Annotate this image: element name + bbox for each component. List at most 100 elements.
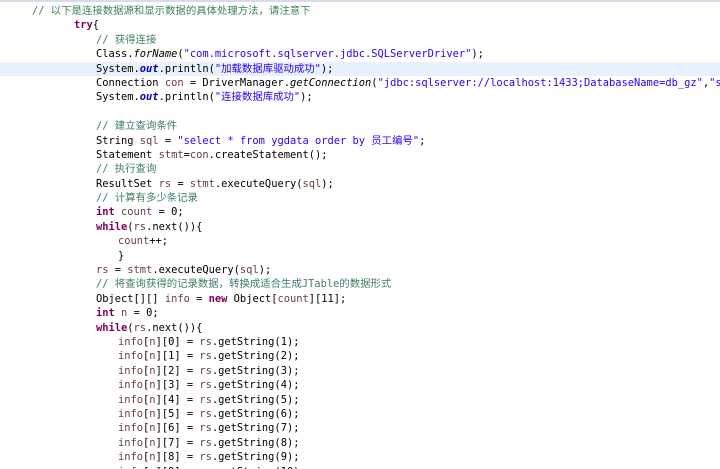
code-line[interactable]: info[n][8] = rs.getString(9); bbox=[0, 450, 720, 464]
code-line[interactable]: // 获得连接 bbox=[0, 33, 720, 47]
code-token: .next()){ bbox=[146, 220, 203, 233]
code-line[interactable]: info[n][0] = rs.getString(1); bbox=[0, 335, 720, 349]
code-line[interactable]: info[n][2] = rs.getString(3); bbox=[0, 364, 720, 378]
code-line[interactable]: while(rs.next()){ bbox=[0, 321, 720, 335]
code-line[interactable]: // 建立查询条件 bbox=[0, 119, 720, 133]
code-line[interactable]: try{ bbox=[0, 18, 720, 32]
code-line[interactable]: info[n][4] = rs.getString(5); bbox=[0, 393, 720, 407]
code-line[interactable]: info[n][9] = rs.getString(10); bbox=[0, 465, 720, 469]
code-line[interactable]: info[n][1] = rs.getString(2); bbox=[0, 349, 720, 363]
code-token: rs bbox=[133, 321, 147, 334]
code-token: ][5] = bbox=[155, 407, 200, 420]
code-line[interactable]: info[n][7] = rs.getString(8); bbox=[0, 436, 720, 450]
code-token: "连接数据库成功" bbox=[214, 91, 301, 104]
code-token: = bbox=[158, 134, 178, 147]
code-token: .getString(6); bbox=[211, 407, 300, 420]
code-line[interactable]: // 将查询获得的记录数据，转换成适合生成JTable的数据形式 bbox=[0, 277, 720, 291]
code-token: ][8] = bbox=[155, 451, 200, 464]
code-token: ); bbox=[258, 264, 272, 277]
code-token: info bbox=[118, 379, 144, 392]
code-token: ; bbox=[419, 134, 426, 147]
code-token: = 0; bbox=[152, 206, 184, 219]
code-token: Class. bbox=[96, 48, 134, 61]
code-line[interactable]: // 以下是连接数据源和显示数据的具体处理方法，请注意下 bbox=[0, 4, 720, 18]
code-token: while bbox=[96, 321, 128, 334]
code-token: ++; bbox=[149, 235, 169, 248]
code-token: ][2] = bbox=[155, 364, 200, 377]
code-token: rs bbox=[96, 264, 109, 277]
code-token: ); bbox=[320, 62, 334, 75]
code-token: .getString(8); bbox=[211, 436, 300, 449]
code-line[interactable]: // 执行查询 bbox=[0, 162, 720, 176]
code-line[interactable]: Connection con = DriverManager.getConnec… bbox=[0, 76, 720, 90]
code-token: forName bbox=[133, 48, 178, 61]
code-token: info bbox=[118, 422, 144, 435]
code-line[interactable]: ResultSet rs = stmt.executeQuery(sql); bbox=[0, 177, 720, 191]
code-token: .getString(10); bbox=[212, 466, 306, 469]
code-token: .getString(1); bbox=[211, 335, 300, 348]
code-token: ); bbox=[300, 91, 313, 104]
code-token: Connection bbox=[96, 76, 165, 89]
code-token: ][6] = bbox=[155, 422, 200, 435]
code-token: con bbox=[189, 148, 209, 161]
code-line[interactable]: info[n][5] = rs.getString(6); bbox=[0, 407, 720, 421]
code-token: Object[][] bbox=[96, 292, 165, 305]
code-token: = bbox=[189, 292, 209, 305]
code-token: try bbox=[74, 19, 93, 32]
code-token: = bbox=[171, 177, 190, 190]
code-token: = bbox=[108, 264, 128, 277]
code-token: info bbox=[118, 350, 144, 363]
code-token: .getString(5); bbox=[211, 393, 300, 406]
code-line[interactable]: int count = 0; bbox=[0, 205, 720, 219]
code-token: = 0; bbox=[127, 307, 159, 320]
code-token: new bbox=[208, 292, 228, 305]
code-token: int bbox=[96, 307, 115, 320]
code-token: .createStatement(); bbox=[208, 148, 328, 161]
code-token: // 获得连接 bbox=[96, 33, 157, 46]
code-token: ][0] = bbox=[155, 335, 200, 348]
code-token: info bbox=[118, 407, 144, 420]
code-token: // 将查询获得的记录数据，转换成适合生成JTable的数据形式 bbox=[96, 278, 392, 291]
code-line[interactable]: } bbox=[0, 249, 720, 263]
code-line[interactable]: while(rs.next()){ bbox=[0, 220, 720, 234]
code-token: ][11]; bbox=[308, 292, 347, 305]
code-line[interactable]: rs = stmt.executeQuery(sql); bbox=[0, 263, 720, 277]
code-line[interactable]: Statement stmt=con.createStatement(); bbox=[0, 148, 720, 162]
code-line[interactable]: System.out.println("连接数据库成功"); bbox=[0, 90, 720, 104]
code-token: rs bbox=[199, 451, 212, 464]
code-token: // 建立查询条件 bbox=[96, 120, 178, 133]
code-token: stmt bbox=[127, 264, 153, 277]
code-editor[interactable]: // 以下是连接数据源和显示数据的具体处理方法，请注意下 try{// 获得连接 C… bbox=[0, 0, 720, 469]
code-line[interactable]: int n = 0; bbox=[0, 306, 720, 320]
code-line[interactable]: info[n][6] = rs.getString(7); bbox=[0, 421, 720, 435]
code-token: .getString(2); bbox=[211, 350, 300, 363]
code-token: rs bbox=[199, 436, 212, 449]
code-token: ][9] = bbox=[156, 466, 200, 469]
code-token: rs bbox=[199, 422, 212, 435]
code-token: count bbox=[277, 292, 309, 305]
code-token: rs bbox=[199, 393, 212, 406]
code-line[interactable]: String sql = "select * from ygdata order… bbox=[0, 134, 720, 148]
code-token: info bbox=[118, 335, 144, 348]
code-token: rs bbox=[199, 364, 212, 377]
code-token: rs bbox=[199, 350, 212, 363]
code-token: stmt bbox=[158, 148, 184, 161]
code-token: sql bbox=[139, 134, 159, 147]
code-token: out bbox=[139, 91, 159, 104]
code-token: .executeQuery( bbox=[214, 177, 303, 190]
code-line[interactable]: Class.forName("com.microsoft.sqlserver.j… bbox=[0, 47, 720, 61]
code-line[interactable]: Object[][] info = new Object[count][11]; bbox=[0, 292, 720, 306]
code-token: rs bbox=[133, 220, 147, 233]
code-area[interactable]: // 以下是连接数据源和显示数据的具体处理方法，请注意下 try{// 获得连接 C… bbox=[0, 4, 720, 469]
code-token: info bbox=[164, 292, 190, 305]
code-line[interactable]: // 计算有多少条记录 bbox=[0, 191, 720, 205]
code-line[interactable] bbox=[0, 105, 720, 119]
code-line[interactable]: count++; bbox=[0, 234, 720, 248]
code-line[interactable]: System.out.println("加载数据库驱动成功"); bbox=[0, 61, 720, 76]
code-token: .println( bbox=[158, 91, 215, 104]
code-token: rs bbox=[199, 379, 212, 392]
code-token: .getString(7); bbox=[211, 422, 300, 435]
code-token: "加载数据库驱动成功" bbox=[214, 62, 321, 75]
code-token: String bbox=[96, 134, 140, 147]
code-line[interactable]: info[n][3] = rs.getString(4); bbox=[0, 378, 720, 392]
